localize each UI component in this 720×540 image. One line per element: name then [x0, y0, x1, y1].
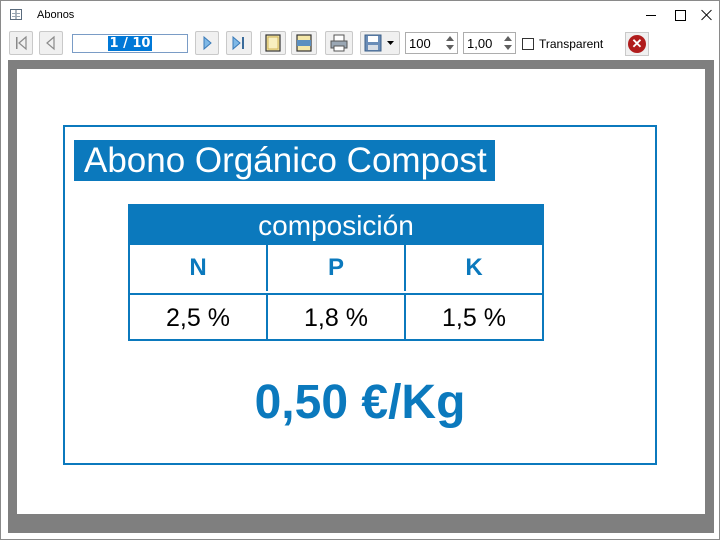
transparent-checkbox[interactable]	[522, 38, 534, 50]
page-width-icon	[296, 34, 312, 52]
page-sheet: Abono Orgánico Compost composición N P K…	[17, 69, 705, 514]
close-window-button[interactable]	[690, 1, 719, 29]
table-cell: 1,8 %	[266, 295, 404, 341]
composition-heading: composición	[130, 206, 542, 245]
table-row: 2,5 % 1,8 % 1,5 %	[130, 293, 542, 341]
fit-width-button[interactable]	[291, 31, 317, 55]
spin-arrows-icon[interactable]	[503, 34, 513, 52]
last-page-icon	[232, 35, 244, 51]
price-label: 0,50 €/Kg	[254, 376, 466, 429]
save-icon	[364, 34, 382, 52]
minimize-icon	[646, 14, 656, 16]
product-card: Abono Orgánico Compost composición N P K…	[63, 125, 657, 465]
whole-page-icon	[265, 34, 281, 52]
spin-arrows-icon[interactable]	[445, 34, 455, 52]
close-icon	[701, 9, 713, 21]
previous-page-icon	[46, 35, 55, 51]
composition-table: composición N P K 2,5 % 1,8 % 1,5 %	[128, 204, 544, 341]
stop-icon: ✕	[628, 35, 646, 53]
product-title: Abono Orgánico Compost	[74, 140, 495, 181]
maximize-icon	[674, 9, 686, 21]
toolbar: 1 / 10 100 1,00 Transparent	[1, 29, 719, 59]
title-bar: Abonos	[1, 1, 719, 29]
printer-icon	[330, 34, 348, 52]
scale-spinbox[interactable]: 1,00	[463, 32, 516, 54]
first-page-icon	[16, 35, 27, 51]
column-header: N	[189, 254, 207, 281]
next-page-icon	[203, 35, 212, 51]
save-button[interactable]	[360, 31, 400, 55]
table-cell: 1,5 %	[404, 295, 542, 341]
stop-button[interactable]: ✕	[625, 32, 649, 56]
first-page-button[interactable]	[9, 31, 33, 55]
page-indicator: 1 / 10	[107, 36, 153, 51]
app-window: Abonos 1 / 10 100 1,00 Transparent ✕ Abo…	[0, 0, 720, 540]
page-number-input[interactable]: 1 / 10	[72, 34, 188, 53]
next-page-button[interactable]	[195, 31, 219, 55]
transparent-label: Transparent	[539, 37, 604, 51]
scale-value: 1,00	[467, 36, 493, 51]
zoom-spinbox[interactable]: 100	[405, 32, 458, 54]
table-cell: 2,5 %	[166, 303, 230, 332]
column-header: P	[266, 245, 404, 291]
print-button[interactable]	[325, 31, 353, 55]
last-page-button[interactable]	[226, 31, 252, 55]
app-icon	[10, 9, 22, 20]
window-title: Abonos	[37, 9, 75, 21]
previous-page-button[interactable]	[39, 31, 63, 55]
column-header: K	[404, 245, 542, 291]
fit-page-button[interactable]	[260, 31, 286, 55]
chevron-down-icon	[387, 41, 394, 45]
zoom-value: 100	[409, 36, 431, 51]
table-header-row: N P K	[130, 245, 542, 291]
preview-area[interactable]: Abono Orgánico Compost composición N P K…	[8, 60, 714, 533]
